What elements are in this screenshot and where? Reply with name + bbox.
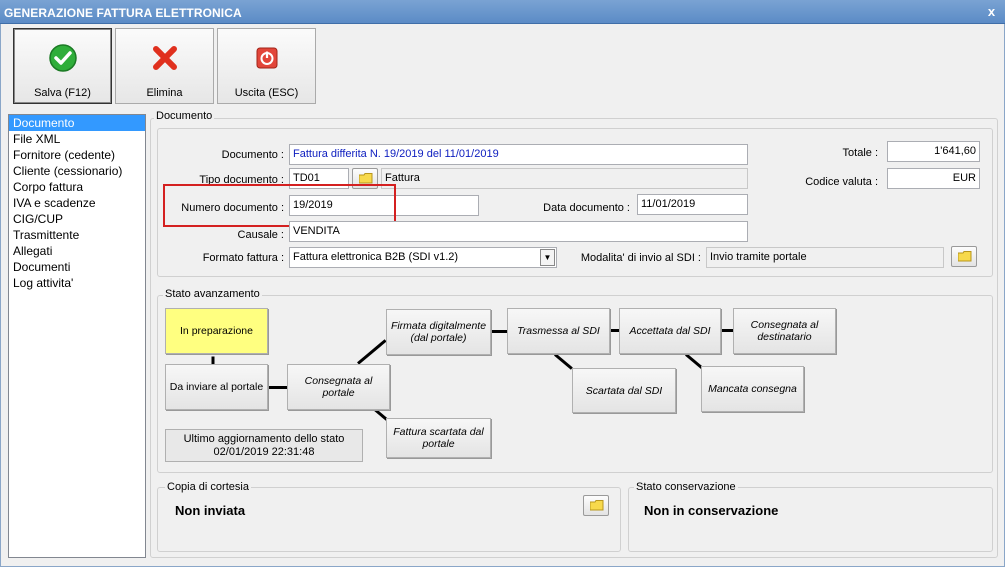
copia-cortesia-group	[157, 487, 621, 552]
sidebar-item-cig-cup[interactable]: CIG/CUP	[9, 211, 145, 227]
outer-group-title: Documento	[154, 110, 215, 122]
modalita-invio-field: Invio tramite portale	[706, 247, 944, 268]
exit-button[interactable]: Uscita (ESC)	[217, 28, 316, 104]
connector-line	[721, 329, 733, 332]
sidebar-item-iva-e-scadenze[interactable]: IVA e scadenze	[9, 195, 145, 211]
stato-conservazione-group	[628, 487, 993, 552]
sidebar-item-cliente-cessionario[interactable]: Cliente (cessionario)	[9, 163, 145, 179]
stato-conservazione-title: Stato conservazione	[634, 481, 738, 493]
step-in-preparazione: In preparazione	[165, 308, 268, 354]
step-da-inviare: Da inviare al portale	[165, 364, 268, 410]
folder-icon	[359, 173, 373, 184]
save-button[interactable]: Salva (F12)	[13, 28, 112, 104]
sidebar-item-file-xml[interactable]: File XML	[9, 131, 145, 147]
modalita-invio-browse-button[interactable]	[951, 246, 977, 267]
exit-label: Uscita (ESC)	[234, 87, 299, 99]
connector-line	[268, 386, 287, 389]
copia-cortesia-status: Non inviata	[175, 503, 246, 518]
folder-icon	[590, 500, 604, 511]
connector-line	[491, 330, 507, 333]
ultimo-aggiornamento-box: Ultimo aggiornamento dello stato 02/01/2…	[165, 429, 363, 462]
sidebar-item-trasmittente[interactable]: Trasmittente	[9, 227, 145, 243]
sidebar-item-documenti[interactable]: Documenti	[9, 259, 145, 275]
data-documento-field[interactable]: 11/01/2019	[637, 194, 748, 215]
stato-avanzamento-title: Stato avanzamento	[163, 288, 262, 300]
window-title: GENERAZIONE FATTURA ELETTRONICA	[4, 6, 242, 20]
formato-fattura-value: Fattura elettronica B2B (SDI v1.2)	[293, 251, 459, 263]
codice-valuta-label: Codice valuta :	[805, 176, 878, 188]
ultimo-aggiornamento-value: 02/01/2019 22:31:48	[213, 446, 315, 458]
tipo-documento-desc-field: Fattura	[381, 168, 748, 189]
step-scartata-portale: Fattura scartata dal portale	[386, 418, 491, 458]
copia-cortesia-title: Copia di cortesia	[165, 481, 251, 493]
totale-field: 1'641,60	[887, 141, 980, 162]
documento-label: Documento :	[221, 149, 284, 161]
causale-label: Causale :	[237, 229, 284, 241]
delete-button[interactable]: Elimina	[115, 28, 214, 104]
close-button[interactable]: x	[983, 4, 1000, 20]
checkmark-icon	[49, 44, 77, 72]
totale-label: Totale :	[842, 147, 878, 159]
step-scartata-sdi: Scartata dal SDI	[572, 368, 676, 413]
step-consegnata-destinatario: Consegnata al destinatario	[733, 308, 836, 354]
step-mancata-consegna: Mancata consegna	[701, 366, 804, 412]
section-list[interactable]: Documento File XML Fornitore (cedente) Clie…	[8, 114, 146, 558]
step-firmata: Firmata digitalmente (dal portale)	[386, 309, 491, 355]
modalita-invio-label: Modalita' di invio al SDI :	[580, 252, 701, 264]
codice-valuta-field[interactable]: EUR	[887, 168, 980, 189]
power-icon	[256, 47, 278, 69]
sidebar-item-log-attivita[interactable]: Log attivita'	[9, 275, 145, 291]
data-documento-label: Data documento :	[543, 202, 630, 214]
formato-fattura-select[interactable]: Fattura elettronica B2B (SDI v1.2) ▼	[289, 247, 557, 268]
copia-cortesia-browse-button[interactable]	[583, 495, 609, 516]
title-bar: GENERAZIONE FATTURA ELETTRONICA x	[0, 0, 1005, 24]
documento-field[interactable]: Fattura differita N. 19/2019 del 11/01/2…	[289, 144, 748, 165]
chevron-down-icon[interactable]: ▼	[540, 249, 555, 266]
sidebar-item-allegati[interactable]: Allegati	[9, 243, 145, 259]
delete-label: Elimina	[146, 87, 183, 99]
ultimo-aggiornamento-label: Ultimo aggiornamento dello stato	[183, 433, 345, 445]
causale-field[interactable]: VENDITA	[289, 221, 748, 242]
formato-fattura-label: Formato fattura :	[202, 252, 284, 264]
folder-icon	[958, 251, 972, 262]
save-label: Salva (F12)	[34, 87, 91, 99]
step-consegnata-portale: Consegnata al portale	[287, 364, 390, 410]
sidebar-item-corpo-fattura[interactable]: Corpo fattura	[9, 179, 145, 195]
stato-conservazione-status: Non in conservazione	[644, 503, 779, 518]
step-accettata: Accettata dal SDI	[619, 308, 721, 354]
sidebar-item-documento[interactable]: Documento	[9, 115, 145, 131]
step-trasmessa: Trasmessa al SDI	[507, 308, 610, 354]
connector-line	[610, 329, 619, 332]
delete-x-icon	[153, 46, 177, 70]
sidebar-item-fornitore-cedente[interactable]: Fornitore (cedente)	[9, 147, 145, 163]
